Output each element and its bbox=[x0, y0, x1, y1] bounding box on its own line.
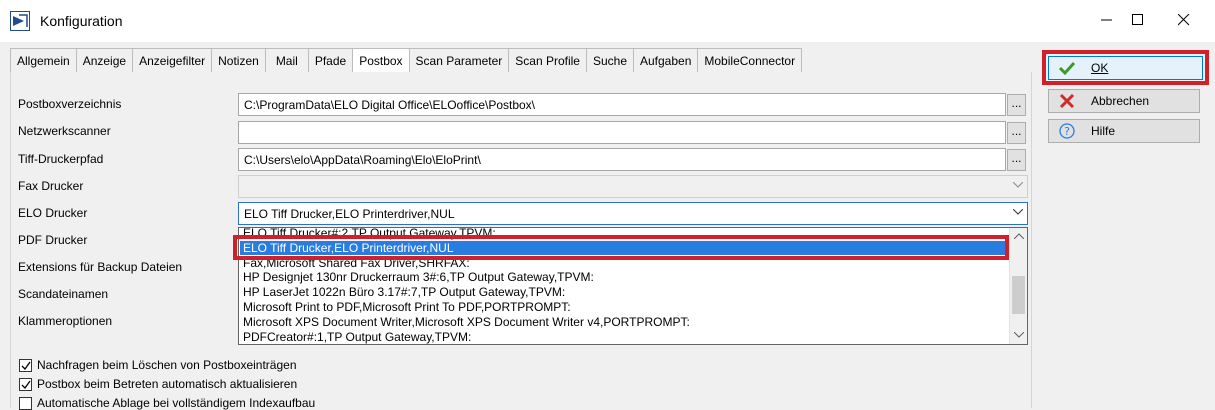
tab-mail[interactable]: Mail bbox=[266, 49, 309, 72]
abbrechen-button-label: Abbrechen bbox=[1091, 94, 1150, 108]
dropdown-option[interactable]: PDFCreator#:1,TP Output Gateway,TPVM: bbox=[243, 330, 471, 344]
postboxverzeichnis-label: Postboxverzeichnis bbox=[18, 97, 122, 111]
chevron-up-icon[interactable] bbox=[1014, 233, 1024, 239]
abbrechen-button[interactable]: Abbrechen bbox=[1048, 89, 1200, 113]
fax-drucker-label: Fax Drucker bbox=[18, 179, 84, 193]
chevron-down-icon bbox=[1013, 182, 1023, 188]
maximize-icon bbox=[1132, 14, 1143, 25]
pdf-drucker-label: PDF Drucker bbox=[18, 233, 88, 247]
checkbox-postbox-aktualisieren[interactable] bbox=[19, 378, 32, 391]
tab-scan-parameter[interactable]: Scan Parameter bbox=[410, 49, 510, 72]
ok-button-label: OK bbox=[1091, 61, 1109, 75]
netzwerkscanner-browse-button[interactable]: ... bbox=[1007, 122, 1026, 144]
cancel-x-icon bbox=[1059, 93, 1075, 109]
elo-drucker-label: ELO Drucker bbox=[18, 206, 88, 220]
tab-suche[interactable]: Suche bbox=[587, 49, 634, 72]
chevron-down-icon[interactable] bbox=[1014, 332, 1024, 338]
checkbox-label: Nachfragen beim Löschen von Postboxeintr… bbox=[37, 358, 297, 372]
tiff-druckerpfad-input[interactable]: C:\Users\elo\AppData\Roaming\Elo\EloPrin… bbox=[238, 148, 1006, 171]
close-button[interactable] bbox=[1161, 0, 1207, 40]
maximize-button[interactable] bbox=[1115, 0, 1161, 40]
checkmark-icon bbox=[1059, 61, 1075, 76]
checkmark-icon bbox=[21, 361, 31, 371]
tab-allgemein[interactable]: Allgemein bbox=[11, 49, 77, 72]
elo-drucker-value: ELO Tiff Drucker,ELO Printerdriver,NUL bbox=[244, 207, 455, 221]
tab-anzeigefilter[interactable]: Anzeigefilter bbox=[133, 49, 213, 72]
help-icon: ? bbox=[1059, 123, 1075, 139]
tab-mobileconnector[interactable]: MobileConnector bbox=[698, 49, 801, 72]
close-icon bbox=[1178, 14, 1190, 26]
dropdown-option[interactable]: HP LaserJet 1022n Büro 3.17#:7,TP Output… bbox=[243, 285, 565, 299]
tab-notizen[interactable]: Notizen bbox=[212, 49, 266, 72]
tiff-druckerpfad-label: Tiff-Druckerpfad bbox=[18, 152, 104, 166]
minimize-icon bbox=[1101, 19, 1112, 21]
hilfe-button[interactable]: ? Hilfe bbox=[1048, 119, 1200, 143]
svg-text:?: ? bbox=[1064, 125, 1070, 138]
window-title: Konfiguration bbox=[40, 13, 123, 29]
dropdown-scrollbar[interactable] bbox=[1009, 228, 1027, 344]
tab-aufgaben[interactable]: Aufgaben bbox=[634, 49, 699, 72]
chevron-down-icon bbox=[1013, 209, 1023, 215]
scandateinamen-label: Scandateinamen bbox=[18, 287, 109, 301]
checkbox-automatische-ablage[interactable] bbox=[19, 397, 32, 410]
ok-button[interactable]: OK bbox=[1048, 56, 1203, 80]
tiff-druckerpfad-browse-button[interactable]: ... bbox=[1007, 149, 1026, 171]
scrollbar-thumb[interactable] bbox=[1012, 276, 1025, 314]
tab-postbox[interactable]: Postbox bbox=[353, 49, 410, 72]
fax-drucker-select bbox=[238, 175, 1028, 198]
netzwerkscanner-input[interactable] bbox=[238, 121, 1006, 144]
postboxverzeichnis-browse-button[interactable]: ... bbox=[1007, 94, 1026, 116]
klammeroptionen-label: Klammeroptionen bbox=[18, 314, 113, 328]
tab-scan-profile[interactable]: Scan Profile bbox=[509, 49, 587, 72]
checkbox-nachfragen-loeschen[interactable] bbox=[19, 359, 32, 372]
postboxverzeichnis-input[interactable]: C:\ProgramData\ELO Digital Office\ELOoff… bbox=[238, 93, 1006, 116]
tab-pfade[interactable]: Pfade bbox=[309, 49, 354, 72]
hilfe-button-label: Hilfe bbox=[1091, 124, 1116, 138]
extensions-label: Extensions für Backup Dateien bbox=[18, 260, 183, 274]
tab-strip: Allgemein Anzeige Anzeigefilter Notizen … bbox=[10, 46, 1032, 74]
tab-anzeige[interactable]: Anzeige bbox=[77, 49, 134, 72]
netzwerkscanner-label: Netzwerkscanner bbox=[18, 124, 111, 138]
dropdown-option[interactable]: HP Designjet 130nr Druckerraum 3#:6,TP O… bbox=[243, 270, 594, 284]
checkbox-label: Postbox beim Betreten automatisch aktual… bbox=[37, 377, 298, 391]
selected-option-highlight-frame bbox=[233, 235, 1009, 260]
dropdown-option[interactable]: Microsoft XPS Document Writer,Microsoft … bbox=[243, 315, 690, 329]
title-bar: Konfiguration bbox=[0, 0, 1215, 42]
dropdown-option[interactable]: Microsoft Print to PDF,Microsoft Print T… bbox=[243, 300, 571, 314]
app-icon bbox=[10, 11, 30, 31]
checkmark-icon bbox=[21, 380, 31, 390]
elo-drucker-select[interactable]: ELO Tiff Drucker,ELO Printerdriver,NUL bbox=[238, 202, 1028, 225]
